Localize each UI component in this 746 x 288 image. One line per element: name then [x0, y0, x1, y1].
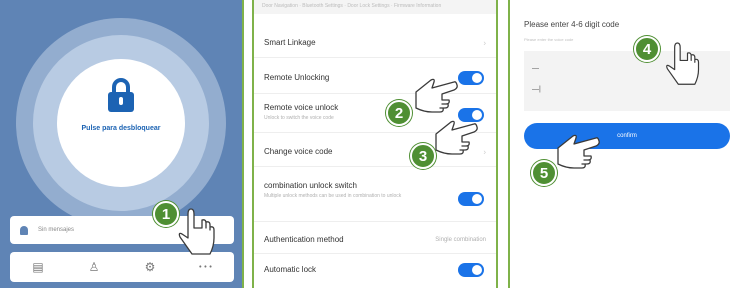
user-icon[interactable]: ♙ — [79, 260, 109, 274]
remote-unlocking-toggle[interactable] — [458, 70, 484, 85]
chevron-right-icon: › — [483, 147, 486, 156]
bell-icon — [20, 225, 28, 235]
code-subtitle: Please enter the voice code — [524, 37, 574, 42]
pointing-hand-icon — [178, 208, 215, 255]
row-combination-unlock: combination unlock switch Multiple unloc… — [254, 176, 496, 222]
automatic-lock-toggle[interactable] — [458, 263, 484, 277]
lock-icon — [108, 78, 134, 114]
row-smart-linkage[interactable]: Smart Linkage › — [254, 28, 496, 58]
combination-unlock-toggle[interactable] — [458, 191, 484, 206]
row-label: combination unlock switch — [264, 181, 357, 190]
row-authentication-method[interactable]: Authentication method Single combination — [254, 226, 496, 254]
step-badge-5: 5 — [531, 160, 557, 186]
document-icon[interactable]: ▤ — [23, 260, 53, 274]
step-badge-2: 2 — [386, 100, 412, 126]
pointing-hand-icon — [666, 42, 700, 85]
step-badge-4: 4 — [634, 36, 660, 62]
pointing-hand-icon — [557, 134, 600, 169]
code-field-1[interactable]: — — [532, 65, 539, 72]
row-description: Multiple unlock methods can be used in c… — [264, 193, 402, 199]
code-title: Please enter 4-6 digit code — [524, 20, 620, 29]
row-remote-unlocking: Remote Unlocking — [254, 62, 496, 94]
more-icon[interactable]: ••• — [191, 263, 221, 271]
messages-text: Sin mensajes — [38, 227, 75, 233]
authentication-method-value: Single combination — [435, 236, 486, 243]
pointing-hand-icon — [435, 120, 478, 155]
row-label: Smart Linkage — [264, 38, 316, 47]
code-entry-panel: Please enter 4-6 digit code Please enter… — [508, 0, 746, 288]
step-badge-1: 1 — [153, 201, 179, 227]
code-field-2[interactable]: —| — [532, 86, 541, 93]
settings-icon[interactable]: ⚙ — [135, 260, 165, 274]
row-automatic-lock: Automatic lock — [254, 256, 496, 284]
unlock-button-label: Pulse para desbloquear — [81, 125, 161, 132]
settings-tab-strip: Door Navigation · Bluetooth Settings · D… — [254, 0, 496, 14]
pointing-hand-icon — [415, 78, 458, 113]
chevron-right-icon: › — [483, 38, 486, 47]
step-badge-3: 3 — [410, 143, 436, 169]
